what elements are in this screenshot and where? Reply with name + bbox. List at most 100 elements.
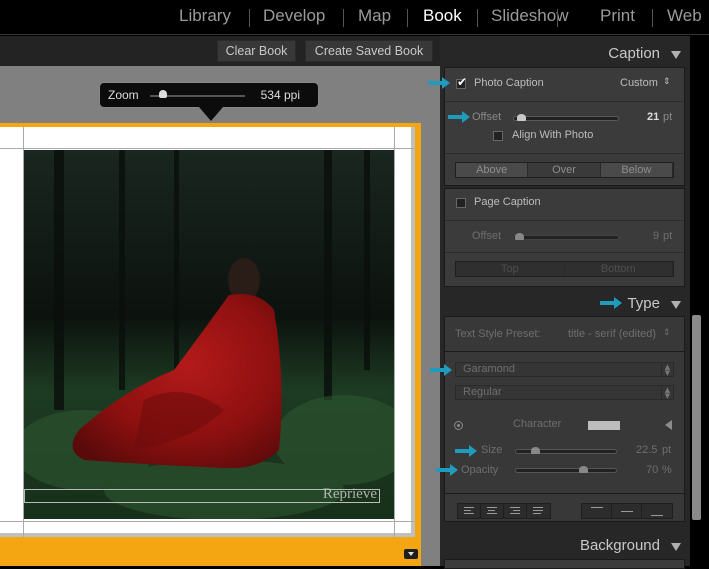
divider <box>445 252 684 253</box>
offset-slider-thumb[interactable] <box>517 114 526 121</box>
nav-separator <box>249 9 250 27</box>
font-family-value: Garamond <box>463 363 515 375</box>
horizontal-align-buttons <box>457 503 551 519</box>
font-style-select[interactable]: Regular ▲ ▼ <box>455 385 674 400</box>
module-library[interactable]: Library <box>179 6 231 26</box>
module-book[interactable]: Book <box>423 6 462 26</box>
type-section-header[interactable]: Type <box>440 290 690 318</box>
caption-section-title: Caption <box>608 45 660 62</box>
target-adjustment-icon[interactable] <box>454 421 463 430</box>
photo-cell[interactable] <box>24 150 394 519</box>
create-saved-book-button[interactable]: Create Saved Book <box>305 40 433 62</box>
page-caption-position-buttons: Top Bottom <box>455 261 674 277</box>
offset-value[interactable]: 21 <box>647 111 659 123</box>
photo-caption-text[interactable]: Reprieve <box>323 486 377 503</box>
align-left-icon[interactable] <box>458 504 481 518</box>
expand-triangle-icon[interactable] <box>665 420 672 430</box>
clear-book-button[interactable]: Clear Book <box>217 40 296 62</box>
forest-photo <box>24 150 394 519</box>
zoom-popup-pointer <box>199 107 223 121</box>
photo-caption-checkbox[interactable] <box>456 75 467 89</box>
zoom-label: Zoom <box>108 88 139 102</box>
text-style-preset-select[interactable]: title - serif (edited) <box>568 328 656 340</box>
stepper-icon[interactable]: ⇕ <box>663 327 671 338</box>
opacity-value[interactable]: 70 <box>646 464 658 476</box>
page-offset-label: Offset <box>472 230 502 242</box>
page-caption-checkbox[interactable] <box>456 198 466 208</box>
opacity-label: Opacity <box>461 464 499 476</box>
book-toolbar: Clear Book Create Saved Book <box>0 36 440 66</box>
background-section-title: Background <box>579 537 660 554</box>
text-style-preset-label: Text Style Preset: <box>455 328 541 340</box>
align-top-icon[interactable] <box>582 504 612 518</box>
offset-slider[interactable] <box>513 116 619 121</box>
above-button[interactable]: Above <box>456 163 529 177</box>
page-footer-bar <box>0 540 421 566</box>
over-button[interactable]: Over <box>528 163 601 177</box>
size-label: Size <box>481 444 503 456</box>
nav-separator <box>557 9 558 27</box>
photo-caption-box[interactable]: Reprieve <box>24 486 380 503</box>
offset-unit: pt <box>663 111 673 123</box>
type-section-title: Type <box>627 295 660 312</box>
size-slider-thumb[interactable] <box>531 447 540 454</box>
collapse-triangle-icon[interactable] <box>671 301 681 309</box>
stepper-icon: ▲ ▼ <box>661 363 673 377</box>
justify-icon[interactable] <box>527 504 550 518</box>
stepper-icon: ▲ ▼ <box>661 386 673 400</box>
divider <box>445 153 684 154</box>
divider <box>445 351 684 352</box>
caption-section-header[interactable]: Caption <box>440 40 690 68</box>
font-style-value: Regular <box>463 386 502 398</box>
opacity-slider-thumb[interactable] <box>579 466 588 473</box>
stepper-icon[interactable]: ⇕ <box>663 76 671 87</box>
annotation-arrow-icon <box>455 445 477 457</box>
nav-separator <box>407 9 408 27</box>
divider <box>445 101 684 102</box>
photo-caption-label: Photo Caption <box>474 77 544 89</box>
align-middle-icon[interactable] <box>612 504 642 518</box>
character-color-swatch[interactable] <box>588 421 620 430</box>
align-bottom-icon[interactable] <box>642 504 672 518</box>
collapse-triangle-icon[interactable] <box>671 51 681 59</box>
page-guide <box>0 148 415 149</box>
character-label: Character <box>513 418 562 430</box>
below-button[interactable]: Below <box>600 163 673 177</box>
offset-label: Offset <box>472 111 502 123</box>
nav-separator <box>477 9 478 27</box>
size-unit: pt <box>662 444 672 456</box>
align-with-photo-label: Align With Photo <box>512 129 594 141</box>
font-family-select[interactable]: Garamond ▲ ▼ <box>455 362 674 377</box>
collapse-triangle-icon[interactable] <box>671 543 681 551</box>
align-right-icon[interactable] <box>504 504 527 518</box>
align-center-icon[interactable] <box>481 504 504 518</box>
page-menu-button[interactable] <box>404 549 418 559</box>
zoom-slider-thumb[interactable] <box>159 90 167 98</box>
annotation-arrow-icon <box>600 297 622 309</box>
opacity-slider[interactable] <box>515 468 617 473</box>
align-with-photo-checkbox[interactable] <box>493 131 503 141</box>
caption-preset-select[interactable]: Custom <box>620 77 658 89</box>
top-button[interactable]: Top <box>456 262 565 276</box>
module-picker: Library Develop Map Book Slideshow Print… <box>0 0 709 35</box>
vertical-align-buttons <box>581 503 673 519</box>
divider <box>445 220 684 221</box>
panel-scrollbar-thumb[interactable] <box>692 315 701 520</box>
page-offset-slider-thumb[interactable] <box>515 233 524 240</box>
page-offset-slider[interactable] <box>513 235 619 240</box>
type-group <box>444 316 685 522</box>
annotation-arrow-icon <box>428 77 450 89</box>
page-caption-label: Page Caption <box>474 196 541 208</box>
page-offset-unit: pt <box>663 230 673 242</box>
nav-separator <box>652 9 653 27</box>
module-web[interactable]: Web <box>667 6 702 26</box>
module-print[interactable]: Print <box>600 6 635 26</box>
annotation-arrow-icon <box>448 111 470 123</box>
size-value[interactable]: 22.5 <box>636 444 657 456</box>
bottom-button[interactable]: Bottom <box>564 262 673 276</box>
zoom-value: 534 ppi <box>260 88 300 102</box>
module-map[interactable]: Map <box>358 6 391 26</box>
module-develop[interactable]: Develop <box>263 6 325 26</box>
caption-position-buttons: Above Over Below <box>455 162 674 178</box>
background-section-header[interactable]: Background <box>440 532 690 560</box>
